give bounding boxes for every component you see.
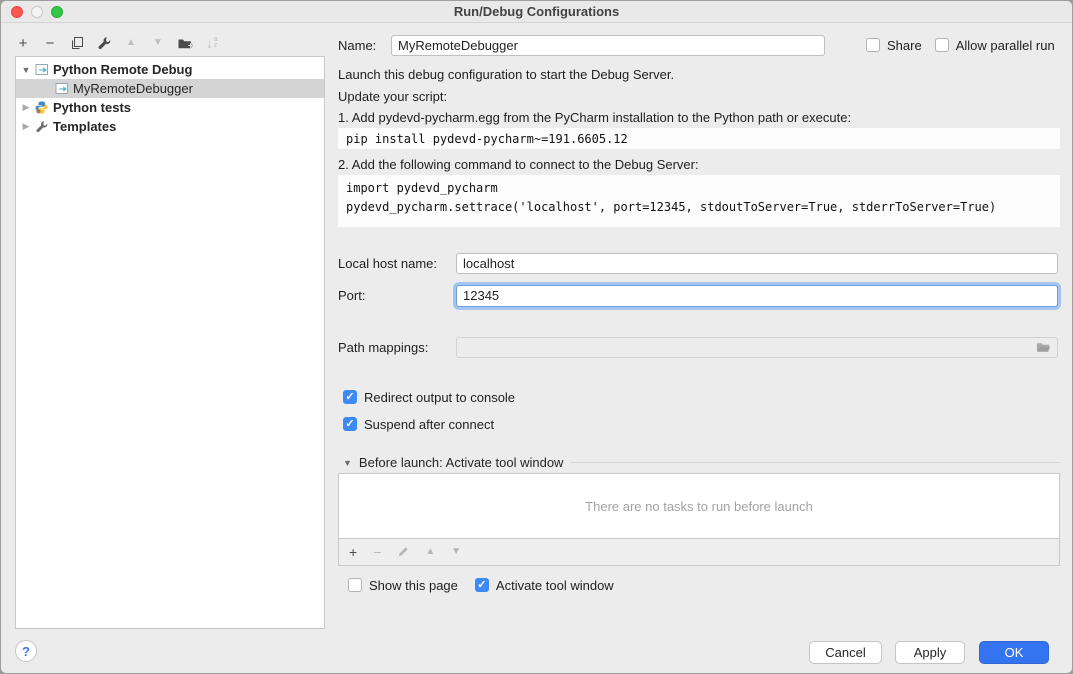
port-label: Port: bbox=[338, 288, 456, 303]
down-arrow-icon: ▼ bbox=[153, 38, 163, 48]
sort-configurations-button[interactable]: ↓ az bbox=[204, 35, 220, 51]
code-line: pydevd_pycharm.settrace('localhost', por… bbox=[346, 198, 1052, 217]
suspend-after-connect-checkbox[interactable] bbox=[343, 417, 357, 431]
code-line: import pydevd_pycharm bbox=[346, 179, 1052, 198]
collapse-arrow-icon[interactable]: ▶ bbox=[20, 102, 32, 113]
close-window-button[interactable] bbox=[11, 6, 23, 18]
tree-item-python-remote-debug[interactable]: ▼ Python Remote Debug bbox=[16, 60, 324, 79]
remove-configuration-button[interactable]: − bbox=[42, 35, 58, 51]
instructions-update: Update your script: bbox=[338, 89, 447, 104]
suspend-after-connect-label[interactable]: Suspend after connect bbox=[364, 417, 494, 432]
minus-icon: − bbox=[46, 36, 55, 51]
help-button[interactable]: ? bbox=[15, 640, 37, 662]
show-this-page-label[interactable]: Show this page bbox=[369, 578, 458, 593]
instructions-intro: Launch this debug configuration to start… bbox=[338, 67, 674, 82]
window-title: Run/Debug Configurations bbox=[454, 4, 619, 19]
activate-tool-window-label[interactable]: Activate tool window bbox=[496, 578, 614, 593]
share-checkbox-label[interactable]: Share bbox=[887, 38, 922, 53]
name-input[interactable] bbox=[391, 35, 825, 56]
local-host-name-input[interactable] bbox=[456, 253, 1058, 274]
question-mark-icon: ? bbox=[22, 644, 30, 659]
new-folder-button[interactable] bbox=[177, 35, 193, 51]
configurations-toolbar: + − ▲ ▼ ↓ az bbox=[15, 30, 220, 56]
port-input[interactable] bbox=[456, 285, 1058, 307]
templates-wrench-icon bbox=[34, 120, 49, 134]
run-debug-configurations-dialog: Run/Debug Configurations + − ▲ ▼ ↓ bbox=[0, 0, 1073, 674]
down-arrow-icon: ▼ bbox=[451, 547, 461, 557]
path-mappings-label: Path mappings: bbox=[338, 340, 456, 355]
move-down-button[interactable]: ▼ bbox=[150, 35, 166, 51]
move-task-up-button[interactable]: ▲ bbox=[425, 547, 435, 557]
path-mappings-input[interactable] bbox=[456, 337, 1058, 358]
edit-defaults-button[interactable] bbox=[96, 35, 112, 51]
run-config-icon bbox=[34, 63, 49, 77]
expand-arrow-icon[interactable]: ▼ bbox=[20, 65, 32, 75]
activate-tool-window-checkbox[interactable] bbox=[475, 578, 489, 592]
tree-item-label: MyRemoteDebugger bbox=[73, 81, 193, 96]
zoom-window-button[interactable] bbox=[51, 6, 63, 18]
copy-icon bbox=[70, 36, 84, 50]
move-up-button[interactable]: ▲ bbox=[123, 35, 139, 51]
tree-item-label: Templates bbox=[53, 119, 116, 134]
show-this-page-checkbox[interactable] bbox=[348, 578, 362, 592]
up-arrow-icon: ▲ bbox=[126, 38, 136, 48]
tree-item-python-tests[interactable]: ▶ Python tests bbox=[16, 98, 324, 117]
new-folder-icon bbox=[177, 36, 193, 50]
instructions-step2: 2. Add the following command to connect … bbox=[338, 157, 699, 172]
configurations-tree: ▼ Python Remote Debug MyRemoteDebugger ▶ bbox=[15, 56, 325, 629]
collapse-arrow-icon[interactable]: ▶ bbox=[20, 121, 32, 132]
tree-item-myremotedebugger[interactable]: MyRemoteDebugger bbox=[16, 79, 324, 98]
plus-icon: + bbox=[19, 36, 28, 51]
apply-button[interactable]: Apply bbox=[895, 641, 965, 664]
task-list-toolbar: + − ▲ ▼ bbox=[338, 539, 1060, 566]
tree-item-label: Python Remote Debug bbox=[53, 62, 192, 77]
add-task-button[interactable]: + bbox=[349, 545, 357, 559]
redirect-output-checkbox[interactable] bbox=[343, 390, 357, 404]
no-tasks-message: There are no tasks to run before launch bbox=[585, 499, 813, 514]
python-tests-icon bbox=[34, 101, 49, 115]
redirect-output-label[interactable]: Redirect output to console bbox=[364, 390, 515, 405]
settrace-code[interactable]: import pydevd_pycharm pydevd_pycharm.set… bbox=[338, 175, 1060, 227]
minus-icon: − bbox=[373, 545, 381, 559]
remove-task-button[interactable]: − bbox=[373, 545, 381, 559]
pencil-icon bbox=[397, 546, 409, 558]
up-arrow-icon: ▲ bbox=[425, 547, 435, 557]
wrench-icon bbox=[97, 36, 111, 50]
title-bar[interactable]: Run/Debug Configurations bbox=[1, 1, 1072, 23]
move-task-down-button[interactable]: ▼ bbox=[451, 547, 461, 557]
before-launch-header[interactable]: Before launch: Activate tool window bbox=[359, 455, 564, 470]
sort-arrow-icon: ↓ bbox=[206, 37, 213, 50]
sort-az-icon: az bbox=[214, 37, 218, 49]
copy-configuration-button[interactable] bbox=[69, 35, 85, 51]
allow-parallel-run-label[interactable]: Allow parallel run bbox=[956, 38, 1055, 53]
tree-item-label: Python tests bbox=[53, 100, 131, 115]
before-launch-collapse-icon[interactable]: ▼ bbox=[343, 458, 352, 468]
local-host-name-label: Local host name: bbox=[338, 256, 456, 271]
before-launch-task-list[interactable]: There are no tasks to run before launch bbox=[338, 473, 1060, 539]
separator-line bbox=[571, 462, 1060, 463]
share-checkbox[interactable] bbox=[866, 38, 880, 52]
pip-install-code[interactable]: pip install pydevd-pycharm~=191.6605.12 bbox=[338, 128, 1060, 149]
configuration-form: Name: Share Allow parallel run Launch th… bbox=[338, 29, 1060, 633]
tree-item-templates[interactable]: ▶ Templates bbox=[16, 117, 324, 136]
instructions-step1: 1. Add pydevd-pycharm.egg from the PyCha… bbox=[338, 110, 851, 125]
ok-button[interactable]: OK bbox=[979, 641, 1049, 664]
browse-folder-icon[interactable] bbox=[1036, 341, 1051, 357]
allow-parallel-run-checkbox[interactable] bbox=[935, 38, 949, 52]
plus-icon: + bbox=[349, 545, 357, 559]
edit-task-button[interactable] bbox=[397, 546, 409, 558]
add-configuration-button[interactable]: + bbox=[15, 35, 31, 51]
name-label: Name: bbox=[338, 38, 391, 53]
run-config-icon bbox=[54, 82, 69, 96]
cancel-button[interactable]: Cancel bbox=[809, 641, 882, 664]
minimize-window-button[interactable] bbox=[31, 6, 43, 18]
